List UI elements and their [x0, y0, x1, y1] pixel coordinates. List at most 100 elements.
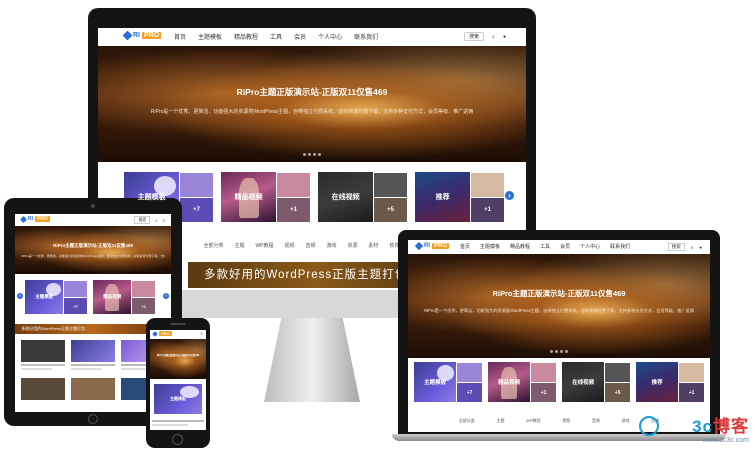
desktop-logo[interactable]: RI PRO	[122, 30, 162, 41]
nav-item-user[interactable]: 个人中心	[318, 32, 342, 41]
promo-banner[interactable]: 多款好用的WordPress正版主题打包 仅	[204, 266, 424, 282]
category-label: 主题模板	[424, 380, 447, 386]
category-card[interactable]: 推荐 +1	[636, 362, 704, 402]
post-card[interactable]	[152, 418, 204, 426]
phone-speaker	[170, 323, 186, 325]
post-card[interactable]	[21, 378, 66, 400]
strip-item[interactable]: 素材	[368, 242, 378, 249]
post-card[interactable]	[70, 378, 115, 400]
hero-description: RiPro是一个优秀，更简洁，功能强大的资源类WordPress主题，自带独立付…	[424, 308, 694, 313]
carousel-next-button[interactable]: ›	[163, 293, 169, 299]
category-card[interactable]: 在线视频 +5	[562, 362, 630, 402]
desktop-nav: RI PRO 首页 主题模板 精品教程 工具 会员 个人中心 联系我们 搜索 ⌕…	[98, 28, 526, 47]
desktop-hero: RiPro主题正版演示站-正版双11仅售469 RiPro是一个优秀，更简洁，功…	[98, 46, 526, 162]
laptop-categories: 主题模板 +7 精品视频 +1 在线视频 +5 推荐 +1	[414, 362, 704, 402]
logo-diamond-icon	[152, 330, 158, 337]
nav-item-tools[interactable]: 工具	[540, 243, 550, 250]
post-card[interactable]	[70, 340, 115, 370]
search-icon[interactable]: ⌕	[155, 218, 157, 223]
category-label: 主题模板	[35, 294, 54, 299]
nav-item-tools[interactable]: 工具	[270, 32, 282, 41]
nav-item-home[interactable]: 首页	[460, 243, 470, 250]
carousel-next-button[interactable]: ›	[505, 191, 514, 200]
nav-item-user[interactable]: 个人中心	[580, 243, 600, 250]
category-card[interactable]: 推荐 +1	[415, 172, 504, 222]
category-card[interactable]: 主题模板 +7	[25, 280, 87, 314]
post-card[interactable]	[21, 340, 66, 370]
strip-item[interactable]: WP教程	[255, 242, 273, 249]
category-label: 在线视频	[572, 380, 595, 386]
tablet-logo[interactable]: RI PRO	[19, 215, 50, 223]
phone-hero: RiPro主题正版演示站-正版双11仅售469	[150, 339, 206, 379]
laptop-base	[392, 434, 726, 441]
nav-item-themes[interactable]: 主题模板	[198, 32, 222, 41]
watermark-accent: 博客	[713, 417, 749, 436]
strip-item[interactable]: 全部分类	[203, 242, 223, 249]
hero-dots[interactable]	[98, 153, 526, 156]
tablet-home-button[interactable]	[88, 414, 98, 424]
search-box[interactable]: 搜索	[134, 216, 151, 224]
nav-item-vip[interactable]: 会员	[560, 243, 570, 250]
logo-diamond-icon	[19, 215, 28, 223]
category-card[interactable]: 主题模板 +7	[414, 362, 482, 402]
nav-item-vip[interactable]: 会员	[294, 32, 306, 41]
watermark-flower-icon	[639, 416, 659, 436]
strip-item[interactable]: 游戏	[621, 418, 629, 424]
nav-item-home[interactable]: 首页	[174, 32, 186, 41]
category-more: +1	[678, 382, 704, 402]
strip-item[interactable]: 视频	[284, 242, 294, 249]
phone-home-button[interactable]	[172, 434, 183, 445]
strip-item[interactable]: 音频	[305, 242, 315, 249]
nav-item-contact[interactable]: 联系我们	[354, 32, 378, 41]
laptop-hero: RiPro主题正版演示站-正版双11仅售469 RiPro是一个优秀，更简洁，功…	[408, 254, 710, 358]
category-more: +1	[470, 197, 504, 222]
logo-tag: PRO	[432, 243, 450, 249]
search-box[interactable]: 搜索	[667, 243, 685, 251]
laptop-nav: RI PRO 首页 主题模板 精品教程 工具 会员 个人中心 联系我们 搜索 ⌕…	[408, 240, 710, 255]
category-more: +7	[63, 297, 87, 314]
carousel-prev-button[interactable]: ‹	[17, 293, 23, 299]
strip-item[interactable]: 主题	[496, 418, 504, 424]
laptop-screen: RI PRO 首页 主题模板 精品教程 工具 会员 个人中心 联系我们 搜索 ⌕…	[408, 240, 710, 432]
phone-categories: 主题模板	[154, 384, 202, 414]
category-more: +1	[131, 297, 155, 314]
category-label: 精品视频	[103, 294, 122, 299]
strip-item[interactable]: 游戏	[326, 242, 336, 249]
search-icon[interactable]: ⌕	[492, 34, 495, 40]
user-icon[interactable]: ●	[699, 245, 702, 250]
tablet-nav-tools: 搜索 ⌕ ≡	[134, 216, 165, 224]
category-card[interactable]: 在线视频 +5	[318, 172, 407, 222]
category-label: 精品视频	[234, 194, 263, 201]
menu-icon[interactable]: ≡	[163, 218, 165, 223]
logo-text: RI	[133, 32, 140, 39]
strip-item[interactable]: 主题	[234, 242, 244, 249]
search-icon[interactable]: ⌕	[691, 245, 694, 250]
user-icon[interactable]: ●	[503, 34, 506, 40]
hero-description: RiPro是一个优秀，更简洁，功能强大的资源类WordPress主题，自带独立付…	[21, 254, 165, 258]
laptop-logo[interactable]: RI PRO	[414, 241, 450, 251]
strip-item[interactable]: 视频	[562, 418, 570, 424]
nav-item-contact[interactable]: 联系我们	[610, 243, 630, 250]
phone-logo[interactable]: PRO	[152, 330, 172, 337]
strip-item[interactable]: WP教程	[526, 418, 540, 424]
phone-posts	[150, 418, 206, 426]
category-more: +7	[456, 382, 482, 402]
category-card[interactable]: 精品视频 +1	[488, 362, 556, 402]
menu-icon[interactable]: ≡	[201, 331, 203, 336]
hero-dots[interactable]	[408, 350, 710, 353]
category-label: 推荐	[435, 194, 450, 201]
watermark: 3c博客 www.3c3c.com	[692, 412, 749, 444]
strip-item[interactable]: 音频	[592, 418, 600, 424]
nav-item-themes[interactable]: 主题模板	[480, 243, 500, 250]
tablet-categories: 主题模板 +7 精品视频 +1	[25, 280, 155, 314]
nav-item-tutorials[interactable]: 精品教程	[510, 243, 530, 250]
category-card[interactable]: 精品视频 +1	[221, 172, 310, 222]
banner-text: 多款好用的WordPress正版主题打包	[204, 269, 408, 281]
category-card[interactable]: 主题模板	[154, 384, 202, 414]
phone-screen: PRO ≡ RiPro主题正版演示站-正版双11仅售469 主题模板	[150, 330, 206, 430]
category-card[interactable]: 精品视频 +1	[93, 280, 155, 314]
search-box[interactable]: 搜索	[464, 32, 485, 41]
strip-item[interactable]: 资源	[347, 242, 357, 249]
strip-item[interactable]: 全部分类	[459, 418, 475, 424]
nav-item-tutorials[interactable]: 精品教程	[234, 32, 258, 41]
